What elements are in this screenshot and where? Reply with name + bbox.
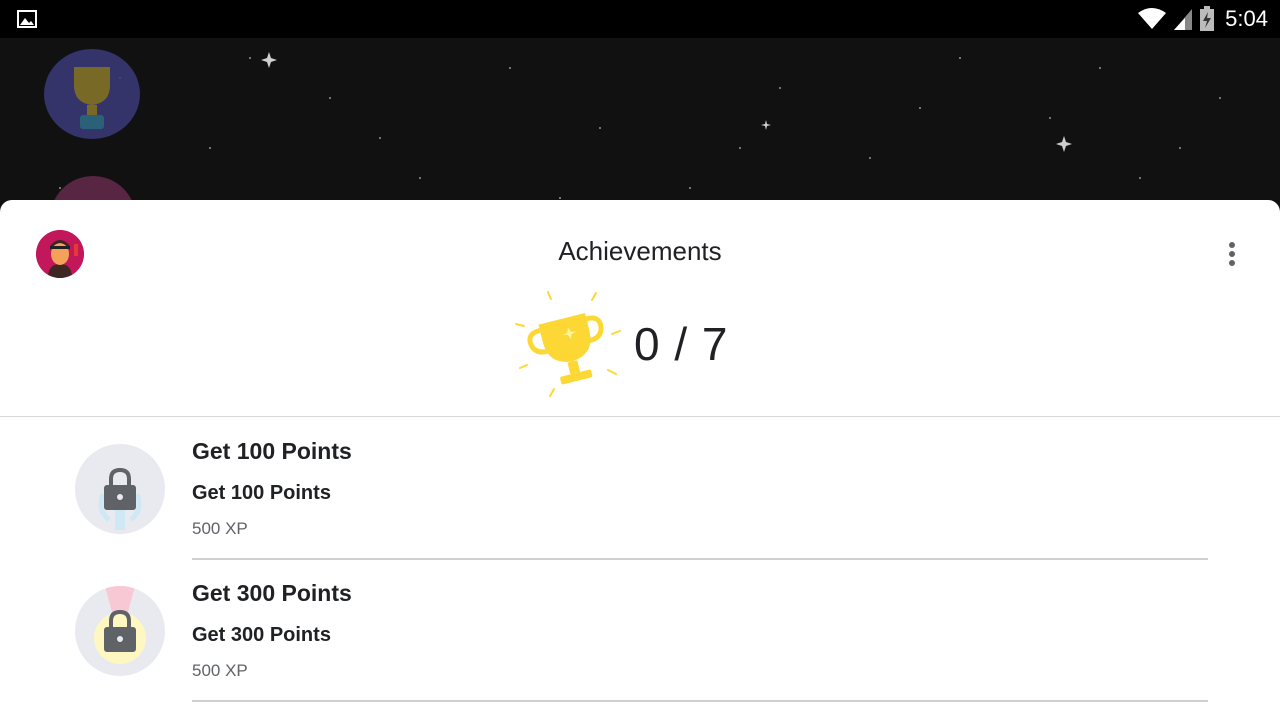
divider: [192, 700, 1208, 702]
achievement-description: Get 300 Points: [192, 624, 331, 646]
achievement-description: Get 100 Points: [192, 482, 331, 504]
battery-charging-icon: [1200, 6, 1215, 31]
image-icon: [17, 10, 37, 28]
progress-count: 0 / 7: [634, 318, 729, 370]
lock-icon: [104, 467, 136, 510]
more-options-button[interactable]: [1216, 238, 1248, 270]
achievement-title: Get 100 Points: [192, 438, 352, 464]
list-item[interactable]: Get 300 Points Get 300 Points 500 XP: [0, 560, 1280, 702]
achievement-list: Get 100 Points Get 100 Points 500 XP Get…: [0, 418, 1280, 702]
achievement-badge: [75, 444, 165, 534]
bg-trophy-badge: [44, 49, 140, 139]
sheet-title: Achievements: [558, 236, 722, 266]
status-icons: 5:04: [1137, 5, 1268, 33]
more-vert-icon: [1229, 242, 1235, 248]
signal-icon: [1174, 9, 1193, 30]
achievements-sheet: Achievements 0 / 7 Get 100 Points Get 10…: [0, 200, 1280, 720]
wifi-icon: [1138, 8, 1167, 29]
status-bar: 5:04: [0, 0, 1280, 38]
lock-icon: [104, 609, 136, 652]
achievement-title: Get 300 Points: [192, 580, 352, 606]
achievement-badge: [75, 586, 165, 676]
trophy-icon: [515, 291, 621, 397]
list-item[interactable]: Get 100 Points Get 100 Points 500 XP: [0, 418, 1280, 560]
achievement-xp: 500 XP: [192, 661, 248, 680]
clock: 5:04: [1225, 6, 1268, 31]
achievement-xp: 500 XP: [192, 519, 248, 538]
achievement-progress: 0 / 7: [512, 288, 729, 400]
sheet-header: Achievements 0 / 7: [0, 200, 1280, 417]
